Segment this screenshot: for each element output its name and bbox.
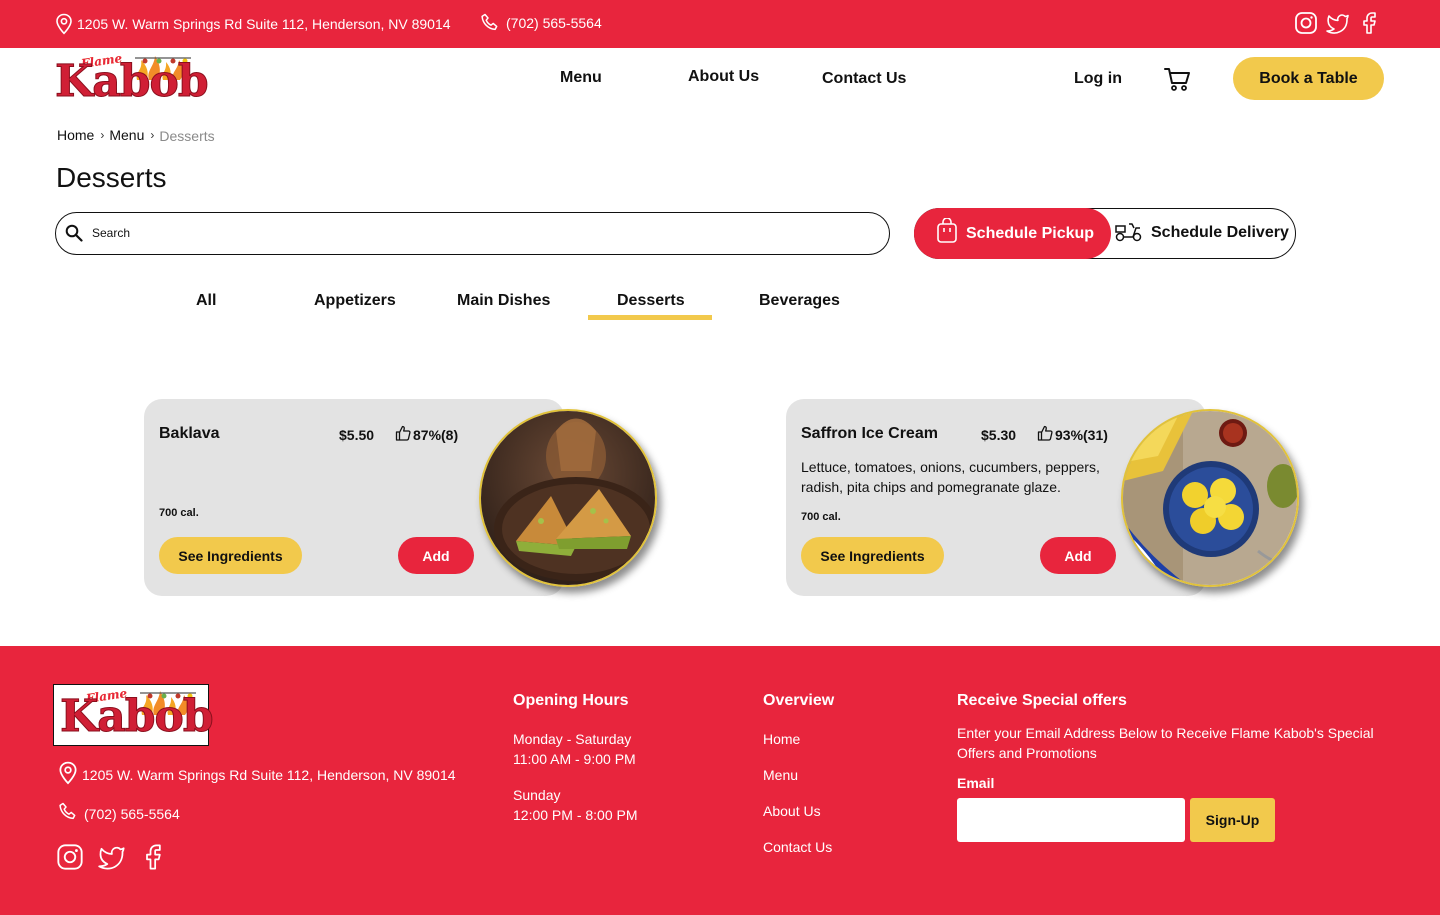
footer-link-menu[interactable]: Menu <box>763 767 798 783</box>
breadcrumb-menu[interactable]: Menu <box>109 127 144 143</box>
product-calories: 700 cal. <box>159 507 199 519</box>
footer-address-text: 1205 W. Warm Springs Rd Suite 112, Hende… <box>82 766 456 783</box>
delivery-scooter-icon <box>1115 220 1143 247</box>
product-rating: 93%(31) <box>1037 425 1108 444</box>
opening-hours-title: Opening Hours <box>513 692 629 709</box>
tab-all[interactable]: All <box>196 292 216 310</box>
saffron-ice-cream-photo <box>1121 409 1299 587</box>
hours-days-sunday: Sunday <box>513 787 561 803</box>
schedule-pickup-label: Schedule Pickup <box>966 224 1095 242</box>
footer-link-about-us[interactable]: About Us <box>763 803 821 819</box>
schedule-toggle: Schedule Pickup Schedule Delivery <box>914 208 1296 259</box>
search-icon <box>65 224 83 247</box>
search-bar <box>55 212 890 255</box>
product-name: Baklava <box>159 425 220 442</box>
product-rating: 87%(8) <box>395 425 458 444</box>
search-input[interactable] <box>92 222 872 244</box>
product-rating-text: 93%(31) <box>1055 426 1108 443</box>
phone-icon <box>58 802 78 825</box>
twitter-icon[interactable] <box>1326 11 1350 35</box>
product-price: $5.30 <box>981 427 1017 443</box>
logo-big-word: Kabob <box>55 56 210 107</box>
product-name: Saffron Ice Cream <box>801 425 938 442</box>
product-card-baklava: Baklava $5.50 87%(8) 700 cal. See Ingred… <box>144 399 657 596</box>
top-address: 1205 W. Warm Springs Rd Suite 112, Hende… <box>55 13 451 35</box>
baklava-photo <box>479 409 657 587</box>
tab-desserts[interactable]: Desserts <box>617 292 685 310</box>
see-ingredients-button[interactable]: See Ingredients <box>801 537 944 574</box>
footer-phone-text: (702) 565-5564 <box>84 805 180 822</box>
location-pin-icon <box>58 761 78 788</box>
add-button[interactable]: Add <box>398 537 474 574</box>
footer-address: 1205 W. Warm Springs Rd Suite 112, Hende… <box>58 761 456 788</box>
top-phone[interactable]: (702) 565-5564 <box>480 13 602 33</box>
facebook-icon[interactable] <box>140 843 168 876</box>
footer: Flame Kabob 1205 W. Warm Springs Rd Suit… <box>0 646 1440 915</box>
nav-about-us[interactable]: About Us <box>688 68 759 86</box>
footer-link-contact-us[interactable]: Contact Us <box>763 839 832 855</box>
cart-icon[interactable] <box>1163 65 1191 98</box>
logo-big-word: Kabob <box>60 691 215 742</box>
schedule-delivery-label: Schedule Delivery <box>1151 224 1289 241</box>
active-tab-indicator <box>588 315 712 320</box>
tab-appetizers[interactable]: Appetizers <box>314 292 396 310</box>
nav-menu[interactable]: Menu <box>560 69 602 87</box>
breadcrumb-current: Desserts <box>159 128 215 144</box>
hours-time-sunday: 12:00 PM - 8:00 PM <box>513 807 638 823</box>
footer-social-links <box>56 843 168 876</box>
twitter-icon[interactable] <box>98 843 126 876</box>
footer-link-home[interactable]: Home <box>763 731 800 747</box>
top-phone-text: (702) 565-5564 <box>506 15 602 31</box>
thumbs-up-icon <box>395 425 411 444</box>
hours-days-weekday: Monday - Saturday <box>513 731 632 747</box>
product-rating-text: 87%(8) <box>413 426 459 443</box>
location-pin-icon <box>55 13 73 35</box>
product-description: Lettuce, tomatoes, onions, cucumbers, pe… <box>801 459 1100 495</box>
product-calories: 700 cal. <box>801 511 841 523</box>
top-address-text: 1205 W. Warm Springs Rd Suite 112, Hende… <box>77 16 451 32</box>
instagram-icon[interactable] <box>1294 11 1318 35</box>
email-input[interactable] <box>957 798 1185 842</box>
facebook-icon[interactable] <box>1358 11 1382 35</box>
logo[interactable]: Flame Kabob <box>55 51 210 108</box>
special-offers-title: Receive Special offers <box>957 692 1127 709</box>
phone-icon <box>480 13 500 33</box>
special-offers-text: Enter your Email Address Below to Receiv… <box>957 725 1374 761</box>
overview-title: Overview <box>763 692 835 709</box>
hours-time-weekday: 11:00 AM - 9:00 PM <box>513 751 636 767</box>
breadcrumb-home[interactable]: Home <box>57 127 94 143</box>
chevron-right-icon: › <box>100 127 105 142</box>
top-bar: 1205 W. Warm Springs Rd Suite 112, Hende… <box>0 0 1440 48</box>
product-card-saffron-ice-cream: Saffron Ice Cream $5.30 93%(31) Lettuce,… <box>786 399 1299 596</box>
email-label: Email <box>957 775 995 791</box>
add-button[interactable]: Add <box>1040 537 1116 574</box>
footer-logo[interactable]: Flame Kabob <box>53 684 215 746</box>
shopping-bag-icon <box>936 217 958 249</box>
footer-phone[interactable]: (702) 565-5564 <box>58 802 180 825</box>
schedule-pickup-button[interactable]: Schedule Pickup <box>914 208 1111 259</box>
instagram-icon[interactable] <box>56 843 84 876</box>
signup-button[interactable]: Sign-Up <box>1190 798 1275 842</box>
tab-beverages[interactable]: Beverages <box>759 292 840 310</box>
login-link[interactable]: Log in <box>1074 70 1122 88</box>
page-title: Desserts <box>56 162 167 193</box>
top-social-links <box>1294 11 1382 35</box>
nav-contact-us[interactable]: Contact Us <box>822 70 906 88</box>
product-price: $5.50 <box>339 427 375 443</box>
tab-main-dishes[interactable]: Main Dishes <box>457 292 550 310</box>
schedule-delivery-button[interactable]: Schedule Delivery <box>1115 209 1289 257</box>
footer-logo-mark: Flame Kabob <box>60 686 215 743</box>
book-table-button[interactable]: Book a Table <box>1233 57 1384 100</box>
chevron-right-icon: › <box>150 127 155 142</box>
thumbs-up-icon <box>1037 425 1053 444</box>
see-ingredients-button[interactable]: See Ingredients <box>159 537 302 574</box>
breadcrumb: Home › Menu › Desserts <box>57 125 215 145</box>
